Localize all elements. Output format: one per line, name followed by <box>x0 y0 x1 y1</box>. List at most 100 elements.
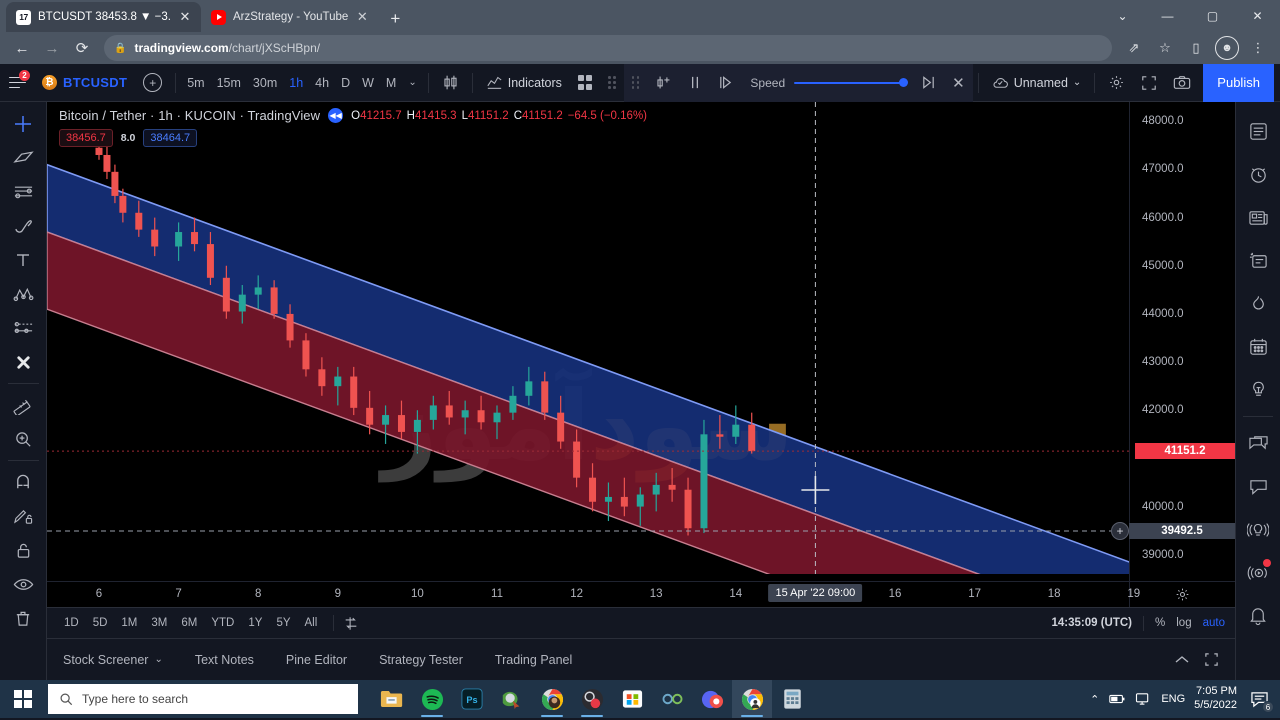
symbol-search-button[interactable]: ₿ BTCUSDT <box>34 64 135 102</box>
stay-in-drawing-mode-tool[interactable] <box>3 499 43 533</box>
chart-type-candles-button[interactable] <box>434 64 467 102</box>
range-6m[interactable]: 6M <box>174 615 204 631</box>
replay-select-bar-button[interactable] <box>647 64 680 102</box>
watchlist-icon[interactable] <box>1238 110 1278 153</box>
patterns-tool[interactable] <box>3 277 43 311</box>
chrome-menu-icon[interactable]: ⋮ <box>1244 34 1272 62</box>
brush-tool[interactable] <box>3 209 43 243</box>
chrome-icon[interactable] <box>732 680 772 718</box>
broadcast-icon[interactable] <box>1238 551 1278 594</box>
file-explorer-icon[interactable] <box>372 680 412 718</box>
chart-settings-button[interactable] <box>1100 64 1133 102</box>
add-alert-plus-icon[interactable]: + <box>1111 522 1129 540</box>
forward-icon[interactable]: → <box>38 34 66 62</box>
time-axis[interactable]: 15 Apr '22 09:00 67891011121314151617181… <box>47 581 1235 607</box>
trend-line-tool[interactable] <box>3 141 43 175</box>
price-axis[interactable]: 41151.2 39492.5 + 48000.0 47000.0 46000.0 4… <box>1111 102 1235 581</box>
timeframe-1w[interactable]: W <box>356 64 380 102</box>
microsoft-store-icon[interactable] <box>612 680 652 718</box>
battery-icon[interactable] <box>1108 693 1126 705</box>
slider-track[interactable] <box>794 78 909 87</box>
magnet-mode-tool[interactable] <box>3 465 43 499</box>
fullscreen-button[interactable] <box>1133 64 1165 102</box>
prediction-tool[interactable] <box>3 311 43 345</box>
infinity-icon[interactable] <box>652 680 692 718</box>
photoshop-icon[interactable]: Ps <box>452 680 492 718</box>
range-1d[interactable]: 1D <box>57 615 86 631</box>
reload-icon[interactable]: ⟳ <box>68 34 96 62</box>
percent-scale-button[interactable]: % <box>1155 617 1165 629</box>
public-chats-icon[interactable] <box>1238 422 1278 465</box>
private-chat-icon[interactable] <box>1238 465 1278 508</box>
time-axis-settings-button[interactable] <box>1129 582 1235 607</box>
timeframe-1d[interactable]: D <box>335 64 356 102</box>
winrar-icon[interactable] <box>492 680 532 718</box>
timeframe-15m[interactable]: 15m <box>211 64 247 102</box>
taskbar-clock[interactable]: 7:05 PM 5/5/2022 <box>1194 685 1237 713</box>
tab-search-chevron-icon[interactable]: ⌄ <box>1100 0 1145 32</box>
share-icon[interactable]: ⇗ <box>1120 34 1148 62</box>
publish-button[interactable]: Publish <box>1203 63 1274 102</box>
timeframe-5m[interactable]: 5m <box>181 64 210 102</box>
close-icon[interactable]: ✕ <box>178 9 192 25</box>
tab-pine-editor[interactable]: Pine Editor <box>270 639 363 681</box>
ideas-lightbulb-icon[interactable] <box>1238 368 1278 411</box>
cursor-cross-tool[interactable] <box>3 107 43 141</box>
remove-drawings-tool[interactable] <box>3 345 43 379</box>
tab-youtube[interactable]: ArzStrategy - YouTube ✕ <box>201 2 378 32</box>
text-tool[interactable] <box>3 243 43 277</box>
language-indicator[interactable]: ENG <box>1161 693 1185 705</box>
remove-objects-tool[interactable] <box>3 601 43 635</box>
log-scale-button[interactable]: log <box>1176 617 1191 629</box>
timeframe-more-chevron-icon[interactable]: ⌄ <box>402 64 422 102</box>
streams-icon[interactable] <box>1238 508 1278 551</box>
replay-step-forward-button[interactable] <box>913 64 944 102</box>
maximize-panel-icon[interactable] <box>1204 652 1219 667</box>
chart-canvas[interactable]: سودآموز <box>47 102 1129 581</box>
hotlist-icon[interactable] <box>1238 282 1278 325</box>
chrome-profile-icon[interactable] <box>532 680 572 718</box>
minimize-button[interactable]: — <box>1145 0 1190 32</box>
replay-play-button[interactable] <box>710 64 741 102</box>
replay-close-button[interactable]: ✕ <box>944 64 973 102</box>
timeframe-1m[interactable]: M <box>380 64 402 102</box>
news-icon[interactable] <box>1238 196 1278 239</box>
lock-drawings-tool[interactable] <box>3 533 43 567</box>
horizontal-lines-tool[interactable] <box>3 175 43 209</box>
go-to-date-icon[interactable] <box>343 616 359 631</box>
timeframe-1h[interactable]: 1h <box>283 64 309 102</box>
tray-expand-icon[interactable]: ⌃ <box>1090 693 1099 706</box>
drag-handle[interactable] <box>600 64 624 102</box>
maximize-button[interactable]: ▢ <box>1190 0 1235 32</box>
close-window-button[interactable]: ✕ <box>1235 0 1280 32</box>
start-button[interactable] <box>0 680 46 718</box>
range-ytd[interactable]: YTD <box>204 615 241 631</box>
taskbar-search-input[interactable]: Type here to search <box>48 684 358 714</box>
timeframe-4h[interactable]: 4h <box>309 64 335 102</box>
drag-handle-2[interactable] <box>624 64 648 102</box>
zoom-in-tool[interactable] <box>3 422 43 456</box>
bookmark-star-icon[interactable]: ☆ <box>1151 34 1179 62</box>
new-tab-button[interactable]: + <box>382 6 408 32</box>
layout-name-button[interactable]: Unnamed ⌄ <box>984 76 1090 90</box>
range-1m[interactable]: 1M <box>114 615 144 631</box>
replay-speed-slider[interactable]: Speed <box>741 76 913 90</box>
hide-drawings-tool[interactable] <box>3 567 43 601</box>
range-5d[interactable]: 5D <box>86 615 115 631</box>
replay-pause-button[interactable] <box>680 64 710 102</box>
range-1y[interactable]: 1Y <box>241 615 269 631</box>
tab-stock-screener[interactable]: Stock Screener ⌄ <box>47 639 179 681</box>
tab-text-notes[interactable]: Text Notes <box>179 639 270 681</box>
range-all[interactable]: All <box>298 615 325 631</box>
tab-strategy-tester[interactable]: Strategy Tester <box>363 639 479 681</box>
spotify-icon[interactable] <box>412 680 452 718</box>
collapse-panel-icon[interactable] <box>1174 655 1190 665</box>
close-icon[interactable]: ✕ <box>355 9 369 25</box>
add-symbol-button[interactable]: + <box>135 64 170 102</box>
calendar-icon[interactable] <box>1238 325 1278 368</box>
auto-scale-button[interactable]: auto <box>1203 617 1225 629</box>
address-bar[interactable]: 🔒 tradingview.com/chart/jXScHBpn/ <box>104 35 1112 61</box>
profile-avatar[interactable]: ☻ <box>1213 34 1241 62</box>
alerts-clock-icon[interactable] <box>1238 153 1278 196</box>
tab-tradingview[interactable]: 17 BTCUSDT 38453.8 ▼ −3.13% Unn ✕ <box>6 2 201 32</box>
